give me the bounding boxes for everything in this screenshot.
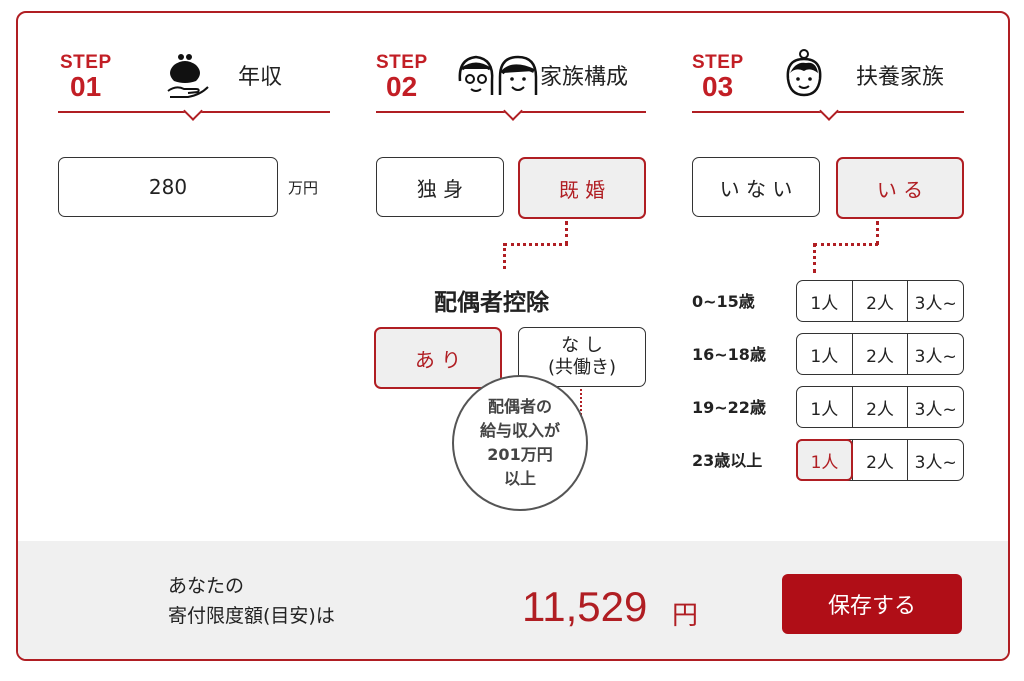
age-19-22-option-1[interactable]: 1人 [797,387,852,427]
result-label: あなたの 寄付限度額(目安)は [168,571,335,631]
age-row-label-19-22: 19~22歳 [692,398,766,417]
married-connector-down [503,243,506,269]
tooltip-line-4: 以上 [503,469,536,488]
age-row-label-23-plus: 23歳以上 [692,451,763,470]
age-row-label-16-18: 16~18歳 [692,345,766,364]
spouse-no-label: な し [561,335,603,356]
child-icon [782,49,826,105]
age-23-plus-option-3[interactable]: 3人~ [907,440,963,480]
spouse-yes-label: あ り [414,347,462,372]
calculator-panel: STEP 01 年収 STEP 02 家族構成 STEP 03 扶養家族 280… [16,11,1010,661]
income-unit: 万円 [288,179,319,197]
step2-word: STEP [376,52,428,73]
single-button[interactable]: 独 身 [376,157,504,217]
donation-limit-unit: 円 [672,601,699,631]
age-23-plus-option-1[interactable]: 1人 [796,439,853,481]
donation-limit-amount: 11,529 [522,583,648,630]
income-input[interactable]: 280 [58,157,278,217]
dependents-connector-v [876,221,879,245]
age-19-22-option-2[interactable]: 2人 [851,387,908,427]
tooltip-line-1: 配偶者の [487,397,552,416]
tooltip-line-3: 201万円 [487,445,553,464]
age-0-15-option-1[interactable]: 1人 [797,281,852,321]
step1-word: STEP [60,52,112,73]
single-label: 独 身 [416,176,464,201]
couple-icon [456,51,540,105]
step2-number: 02 [386,71,418,102]
spouse-yes-button[interactable]: あ り [374,327,502,389]
age-19-22-option-3[interactable]: 3人~ [907,387,963,427]
spouse-income-tooltip: 配偶者の 給与収入が 201万円 以上 [452,375,588,511]
income-value: 280 [148,175,188,199]
spouse-deduction-heading: 配偶者控除 [434,290,549,316]
married-connector-v [565,221,568,245]
age-row-0-15-selector: 1人 2人 3人~ [796,280,964,322]
dependents-none-button[interactable]: い な い [692,157,820,217]
step3-word: STEP [692,52,744,73]
married-label: 既 婚 [558,177,606,202]
dependents-some-button[interactable]: い る [836,157,964,219]
age-16-18-option-3[interactable]: 3人~ [907,334,963,374]
age-0-15-option-3[interactable]: 3人~ [907,281,963,321]
result-bar: あなたの 寄付限度額(目安)は 11,529 円 保存する [18,541,1008,659]
age-row-label-0-15: 0~15歳 [692,292,755,311]
married-connector-h [504,243,568,246]
step3-title: 扶養家族 [856,65,945,90]
result-label-line1: あなたの [168,575,245,597]
age-0-15-option-2[interactable]: 2人 [851,281,908,321]
dependents-connector-h [814,243,878,246]
dependents-connector-down [813,243,816,273]
dependents-none-label: い な い [719,176,793,201]
age-row-16-18-selector: 1人 2人 3人~ [796,333,964,375]
step3-number: 03 [702,71,734,102]
age-16-18-option-2[interactable]: 2人 [851,334,908,374]
age-row-19-22-selector: 1人 2人 3人~ [796,386,964,428]
save-button[interactable]: 保存する [782,574,962,634]
result-label-line2: 寄付限度額(目安)は [168,605,335,627]
tooltip-line-2: 給与収入が [479,421,560,440]
age-23-plus-option-2[interactable]: 2人 [851,440,908,480]
dependents-some-label: い る [876,177,924,202]
step1-number: 01 [70,71,102,102]
spouse-no-sublabel: (共働き) [547,357,617,378]
married-button[interactable]: 既 婚 [518,157,646,219]
step1-title: 年収 [238,65,283,90]
purse-hand-icon [166,51,210,105]
age-16-18-option-1[interactable]: 1人 [797,334,852,374]
step2-title: 家族構成 [540,65,629,90]
